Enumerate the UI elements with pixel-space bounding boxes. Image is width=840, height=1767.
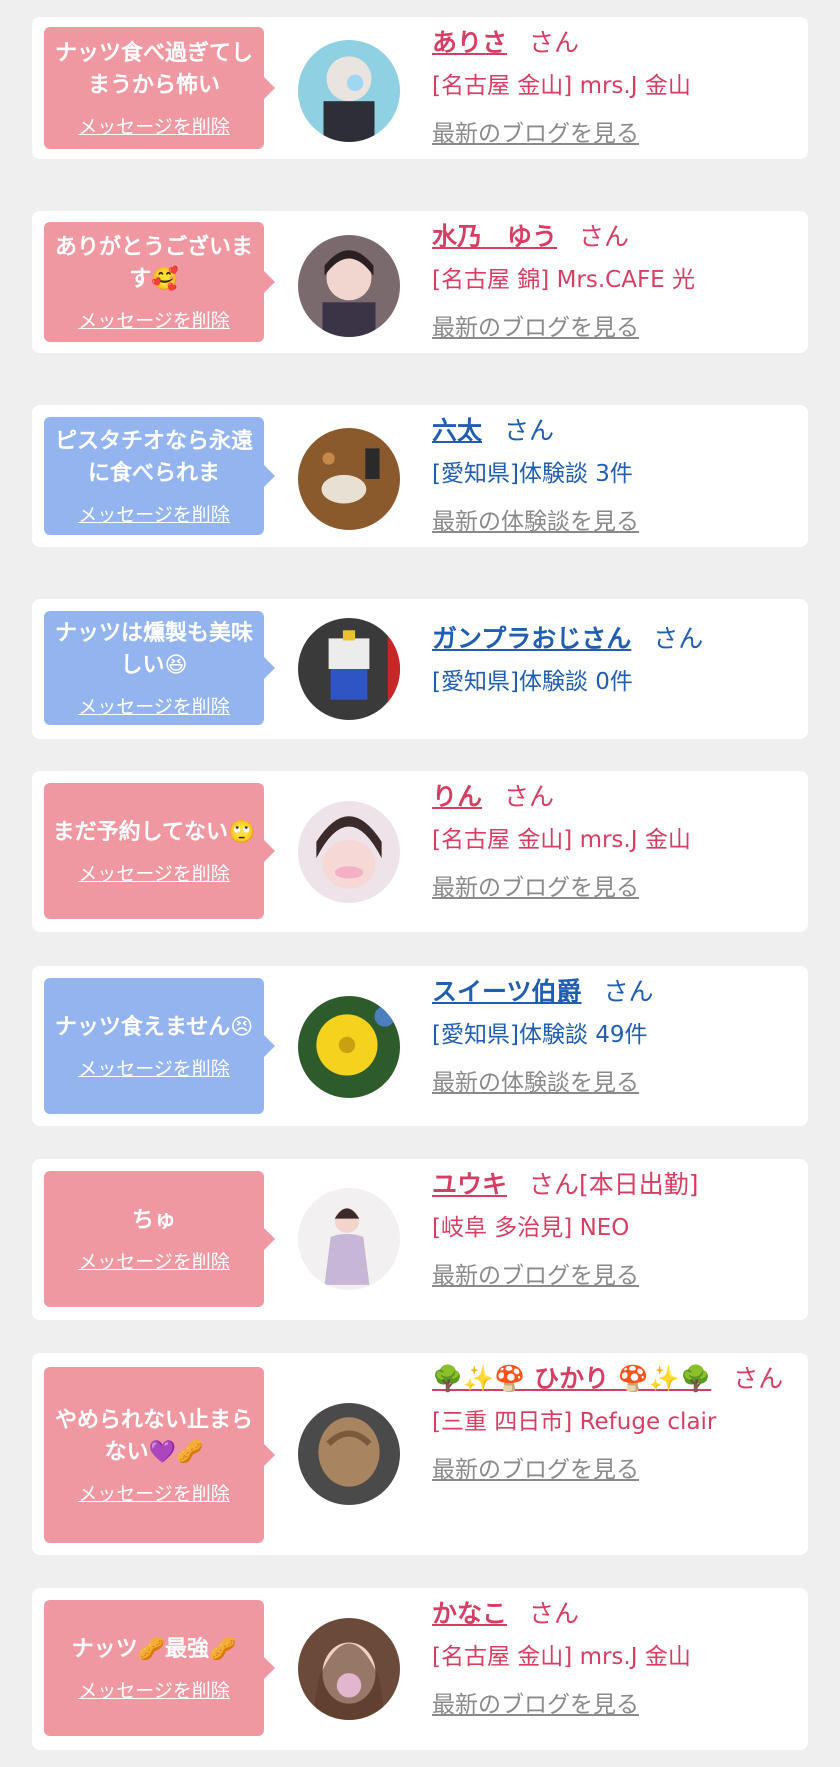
honorific: さん [504,782,555,811]
message-text: ナッツは燻製も美味しい😆 [54,620,253,678]
latest-blog-link[interactable]: 最新のブログを見る [432,1455,790,1485]
honorific: さん [504,416,555,445]
message-text: ナッツ食べ過ぎてしまうから怖い [54,40,253,98]
user-info: りん さん [名古屋 金山] mrs.J 金山 最新のブログを見る [432,779,790,903]
delete-message-link[interactable]: メッセージを削除 [78,306,230,333]
message-bubble: まだ予約してない🙄 メッセージを削除 [44,783,275,919]
user-name-link[interactable]: ユウキ [432,1170,507,1199]
message-bubble: ちゅ メッセージを削除 [44,1171,275,1307]
shop-info: [名古屋 金山] mrs.J 金山 [432,73,691,99]
message-card: ちゅ メッセージを削除 ユウキ さん[本日出勤] [岐阜 多治見] NEO 最新の… [32,1159,808,1320]
avatar[interactable] [298,1403,400,1505]
latest-blog-link[interactable]: 最新のブログを見る [432,873,790,903]
message-text: ナッツ🥜最強🥜 [71,1636,237,1662]
shop-info: [岐阜 多治見] NEO [432,1215,630,1241]
avatar[interactable] [298,40,400,142]
user-name-link[interactable]: スイーツ伯爵 [432,977,582,1006]
user-name-link[interactable]: ガンプラおじさん [432,624,631,653]
message-card: ナッツは燻製も美味しい😆 メッセージを削除 ガンプラおじさん さん [愛知県]体験… [32,599,808,739]
shop-info: [三重 四日市] Refuge clair [432,1409,717,1435]
latest-blog-link[interactable]: 最新のブログを見る [432,1261,790,1291]
avatar[interactable] [298,428,400,530]
user-info: 🌳✨🍄 ひかり 🍄✨🌳 さん [三重 四日市] Refuge clair 最新のブ… [432,1361,790,1485]
shop-info: [名古屋 金山] mrs.J 金山 [432,827,691,853]
shop-info: [名古屋 錦] Mrs.CAFE 光 [432,267,696,293]
delete-message-link[interactable]: メッセージを削除 [78,859,230,886]
latest-blog-link[interactable]: 最新のブログを見る [432,1690,790,1720]
user-name-link[interactable]: 六太 [432,416,482,445]
user-info: ガンプラおじさん さん [愛知県]体験談 0件 [432,621,790,699]
experience-count: [愛知県]体験談 0件 [432,669,633,695]
honorific: さん [529,28,580,57]
message-text: ナッツ食えません😣 [54,1014,254,1040]
user-info: 水乃 ゆう さん [名古屋 錦] Mrs.CAFE 光 最新のブログを見る [432,219,790,343]
delete-message-link[interactable]: メッセージを削除 [78,500,230,527]
honorific: さん [733,1364,784,1393]
honorific: さん [579,222,630,251]
message-bubble: ナッツ食えません😣 メッセージを削除 [44,978,275,1114]
message-bubble: ナッツは燻製も美味しい😆 メッセージを削除 [44,611,275,725]
message-card: まだ予約してない🙄 メッセージを削除 りん さん [名古屋 金山] mrs.J 金… [32,771,808,932]
shop-info: [名古屋 金山] mrs.J 金山 [432,1644,691,1670]
user-info: ユウキ さん[本日出勤] [岐阜 多治見] NEO 最新のブログを見る [432,1167,790,1291]
message-bubble: やめられない止まらない💜🥜 メッセージを削除 [44,1367,275,1543]
delete-message-link[interactable]: メッセージを削除 [78,1479,230,1506]
latest-blog-link[interactable]: 最新のブログを見る [432,119,790,149]
message-card: ナッツ🥜最強🥜 メッセージを削除 かなこ さん [名古屋 金山] mrs.J 金山… [32,1588,808,1750]
user-info: かなこ さん [名古屋 金山] mrs.J 金山 最新のブログを見る [432,1596,790,1720]
avatar[interactable] [298,1618,400,1720]
honorific: さん[本日出勤] [529,1170,699,1199]
delete-message-link[interactable]: メッセージを削除 [78,1676,230,1703]
avatar[interactable] [298,801,400,903]
message-text: やめられない止まらない💜🥜 [54,1407,253,1465]
message-bubble: ナッツ食べ過ぎてしまうから怖い メッセージを削除 [44,27,275,149]
message-card: ナッツ食べ過ぎてしまうから怖い メッセージを削除 ありさ さん [名古屋 金山] … [32,17,808,159]
message-card: ピスタチオなら永遠に食べられま メッセージを削除 六太 さん [愛知県]体験談 3… [32,405,808,547]
user-info: 六太 さん [愛知県]体験談 3件 最新の体験談を見る [432,413,790,537]
user-name-link[interactable]: かなこ [432,1599,507,1628]
user-info: ありさ さん [名古屋 金山] mrs.J 金山 最新のブログを見る [432,25,790,149]
user-name-link[interactable]: 水乃 ゆう [432,222,557,251]
message-card: ナッツ食えません😣 メッセージを削除 スイーツ伯爵 さん [愛知県]体験談 49件… [32,966,808,1126]
user-name-link[interactable]: ありさ [432,28,507,57]
honorific: さん [653,624,704,653]
avatar[interactable] [298,996,400,1098]
user-name-link[interactable]: りん [432,782,482,811]
delete-message-link[interactable]: メッセージを削除 [78,112,230,139]
delete-message-link[interactable]: メッセージを削除 [78,692,230,719]
avatar[interactable] [298,235,400,337]
experience-count: [愛知県]体験談 3件 [432,461,633,487]
message-bubble: ピスタチオなら永遠に食べられま メッセージを削除 [44,417,275,535]
experience-count: [愛知県]体験談 49件 [432,1022,648,1048]
message-text: ありがとうございます🥰 [54,234,253,292]
honorific: さん [603,977,654,1006]
avatar[interactable] [298,1188,400,1290]
message-text: ちゅ [131,1207,176,1233]
message-text: まだ予約してない🙄 [52,819,256,845]
delete-message-link[interactable]: メッセージを削除 [78,1247,230,1274]
message-text: ピスタチオなら永遠に食べられま [54,428,253,486]
honorific: さん [529,1599,580,1628]
message-card: ありがとうございます🥰 メッセージを削除 水乃 ゆう さん [名古屋 錦] Mrs… [32,211,808,353]
latest-blog-link[interactable]: 最新のブログを見る [432,313,790,343]
message-bubble: ありがとうございます🥰 メッセージを削除 [44,222,275,342]
avatar[interactable] [298,618,400,720]
delete-message-link[interactable]: メッセージを削除 [78,1054,230,1081]
message-card: やめられない止まらない💜🥜 メッセージを削除 🌳✨🍄 ひかり 🍄✨🌳 さん [三重… [32,1353,808,1555]
latest-review-link[interactable]: 最新の体験談を見る [432,507,790,537]
latest-review-link[interactable]: 最新の体験談を見る [432,1068,790,1098]
user-info: スイーツ伯爵 さん [愛知県]体験談 49件 最新の体験談を見る [432,974,790,1098]
user-name-link[interactable]: 🌳✨🍄 ひかり 🍄✨🌳 [432,1364,711,1393]
message-bubble: ナッツ🥜最強🥜 メッセージを削除 [44,1600,275,1736]
